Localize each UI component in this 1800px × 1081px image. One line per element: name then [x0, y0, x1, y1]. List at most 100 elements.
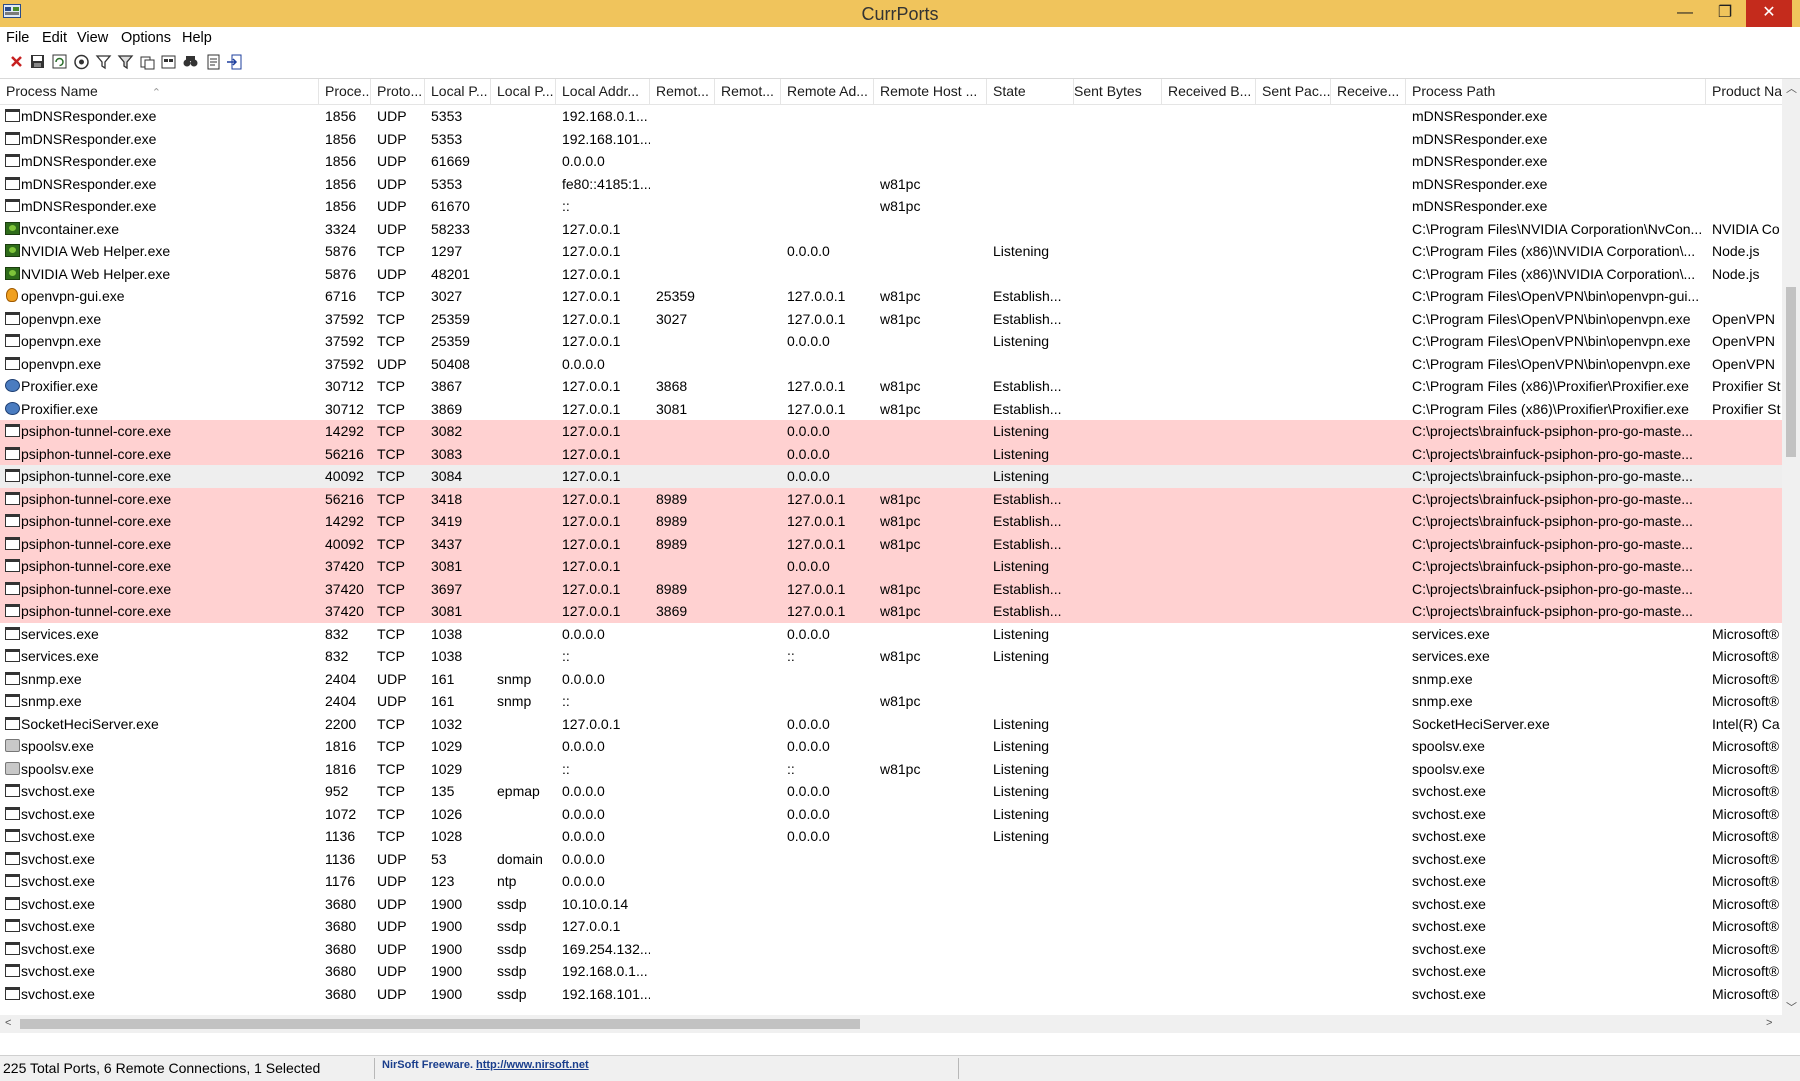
cell-state	[987, 960, 1074, 983]
cell-process-id: 1136	[325, 850, 356, 867]
scrollbar-corner	[1782, 1015, 1800, 1033]
menu-file[interactable]: File	[6, 30, 29, 46]
table-row[interactable]: psiphon-tunnel-core.exe 37420 TCP 3081 127.0…	[0, 555, 1782, 578]
table-row[interactable]: spoolsv.exe 1816 TCP 1029:::: w81pc Listening…	[0, 758, 1782, 781]
exit-icon[interactable]	[226, 53, 243, 71]
table-row[interactable]: snmp.exe 2404 UDP 161 snmp 0.0.0.0 snmp.exe Mic…	[0, 668, 1782, 691]
col-header-remote-address[interactable]: Remote Ad...	[781, 79, 874, 104]
col-header-remote-port-name[interactable]: Remot...	[715, 79, 781, 104]
html-report-icon[interactable]	[160, 53, 177, 71]
table-row[interactable]: svchost.exe 1072 TCP 1026 0.0.0.0 0.0.0.0 List…	[0, 803, 1782, 826]
col-header-sent-bytes[interactable]: Sent Bytes	[1068, 79, 1162, 104]
process-name-text: openvpn.exe	[21, 310, 102, 327]
cell-product-name	[1706, 443, 1782, 466]
table-row[interactable]: openvpn.exe 37592 TCP 25359 127.0.0.1 3027 127…	[0, 308, 1782, 331]
save-icon[interactable]	[29, 53, 46, 71]
scroll-up-icon[interactable]: ︿	[1786, 80, 1797, 96]
minimize-button[interactable]: —	[1666, 0, 1704, 27]
col-header-remote-host[interactable]: Remote Host ...	[874, 79, 987, 104]
cell-state	[987, 690, 1074, 713]
table-row[interactable]: svchost.exe 3680 UDP 1900 ssdp 169.254.132...…	[0, 938, 1782, 961]
filter-by-process-icon[interactable]	[117, 53, 134, 71]
table-row[interactable]: svchost.exe 3680 UDP 1900 ssdp 192.168.101...…	[0, 983, 1782, 1006]
col-header-received-bytes[interactable]: Received B...	[1162, 79, 1256, 104]
table-row[interactable]: svchost.exe 952 TCP 135 epmap 0.0.0.0 0.0.0.0 L…	[0, 780, 1782, 803]
maximize-button[interactable]: ❐	[1706, 0, 1744, 27]
table-row[interactable]: spoolsv.exe 1816 TCP 1029 0.0.0.0 0.0.0.0 List…	[0, 735, 1782, 758]
table-row[interactable]: psiphon-tunnel-core.exe 40092 TCP 3084 127.0…	[0, 465, 1782, 488]
table-row[interactable]: svchost.exe 3680 UDP 1900 ssdp 192.168.0.1...…	[0, 960, 1782, 983]
menu-options[interactable]: Options	[121, 30, 171, 46]
table-row[interactable]: psiphon-tunnel-core.exe 14292 TCP 3419 127.0…	[0, 510, 1782, 533]
horizontal-scrollbar[interactable]: < >	[0, 1015, 1782, 1033]
table-row[interactable]: psiphon-tunnel-core.exe 14292 TCP 3082 127.0…	[0, 420, 1782, 443]
col-header-process-name[interactable]: Process Name ⌃	[0, 79, 319, 104]
col-header-remote-port[interactable]: Remot...	[650, 79, 715, 104]
table-row[interactable]: snmp.exe 2404 UDP 161 snmp:: w81pc snmp.exe Mic…	[0, 690, 1782, 713]
cell-state: Listening	[993, 445, 1050, 462]
cell-remote-host	[874, 443, 987, 466]
col-header-local-address[interactable]: Local Addr...	[556, 79, 650, 104]
table-row[interactable]: openvpn-gui.exe 6716 TCP 3027 127.0.0.1 25359…	[0, 285, 1782, 308]
table-row[interactable]: nvcontainer.exe 3324 UDP 58233 127.0.0.1 C:\P…	[0, 218, 1782, 241]
col-header-state[interactable]: State	[987, 79, 1074, 104]
nirsoft-link[interactable]: http://www.nirsoft.net	[476, 1059, 589, 1071]
table-row[interactable]: services.exe 832 TCP 1038:::: w81pc Listening…	[0, 645, 1782, 668]
table-row[interactable]: psiphon-tunnel-core.exe 56216 TCP 3083 127.0…	[0, 442, 1782, 466]
table-row[interactable]: NVIDIA Web Helper.exe 5876 UDP 48201 127.0.0…	[0, 263, 1782, 286]
cell-process-id: 37420	[325, 580, 364, 597]
col-header-received-packets[interactable]: Receive...	[1331, 79, 1406, 104]
col-header-protocol[interactable]: Proto...	[371, 79, 425, 104]
table-row[interactable]: psiphon-tunnel-core.exe 37420 TCP 3081 127.0…	[0, 600, 1782, 623]
table-row[interactable]: svchost.exe 1136 UDP 53 domain 0.0.0.0 svchost…	[0, 848, 1782, 871]
table-row[interactable]: mDNSResponder.exe 1856 UDP 5353 192.168.0.1.…	[0, 105, 1782, 128]
table-row[interactable]: openvpn.exe 37592 UDP 50408 0.0.0.0 C:\Progra…	[0, 353, 1782, 376]
col-header-product-name[interactable]: Product Na	[1706, 79, 1782, 104]
horizontal-scroll-thumb[interactable]	[20, 1019, 860, 1029]
table-row[interactable]: NVIDIA Web Helper.exe 5876 TCP 1297 127.0.0.…	[0, 240, 1782, 263]
col-header-local-port[interactable]: Local P...	[425, 79, 491, 104]
col-header-process-id[interactable]: Proce...	[319, 79, 371, 104]
table-row[interactable]: psiphon-tunnel-core.exe 40092 TCP 3437 127.0…	[0, 532, 1782, 555]
cell-remote-address: 0.0.0.0	[787, 468, 830, 484]
filter-icon[interactable]	[95, 53, 112, 71]
scroll-left-icon[interactable]: <	[5, 1017, 11, 1029]
vertical-scroll-thumb[interactable]	[1786, 287, 1796, 457]
table-row[interactable]: svchost.exe 1176 UDP 123 ntp 0.0.0.0 svchost.e…	[0, 870, 1782, 893]
find-icon[interactable]	[182, 53, 199, 71]
table-row[interactable]: mDNSResponder.exe 1856 UDP 5353 fe80::4185:1…	[0, 173, 1782, 196]
col-header-process-path[interactable]: Process Path	[1406, 79, 1706, 104]
table-row[interactable]: svchost.exe 1136 TCP 1028 0.0.0.0 0.0.0.0 List…	[0, 825, 1782, 848]
vertical-scrollbar[interactable]: ︿ ﹀	[1782, 79, 1800, 1015]
table-row[interactable]: mDNSResponder.exe 1856 UDP 5353 192.168.101.…	[0, 128, 1782, 151]
table-row[interactable]: mDNSResponder.exe 1856 UDP 61669 0.0.0.0 mDNS…	[0, 150, 1782, 173]
status-divider	[374, 1058, 375, 1079]
table-row[interactable]: svchost.exe 3680 UDP 1900 ssdp 10.10.0.14 svch…	[0, 893, 1782, 916]
close-connection-icon[interactable]	[8, 53, 25, 71]
table-row[interactable]: svchost.exe 3680 UDP 1900 ssdp 127.0.0.1 svcho…	[0, 915, 1782, 938]
ports-list[interactable]: Process Name ⌃ Proce... Proto... Local P…	[0, 78, 1800, 1033]
refresh-icon[interactable]	[51, 53, 68, 71]
cell-protocol: TCP	[377, 378, 405, 394]
col-header-local-port-name[interactable]: Local P...	[491, 79, 556, 104]
scroll-right-icon[interactable]: >	[1766, 1017, 1772, 1029]
menu-help[interactable]: Help	[182, 30, 212, 46]
col-header-sent-packets[interactable]: Sent Pac...	[1256, 79, 1331, 104]
table-row[interactable]: SocketHeciServer.exe 2200 TCP 1032 127.0.0.1…	[0, 713, 1782, 736]
table-row[interactable]: openvpn.exe 37592 TCP 25359 127.0.0.1 0.0.0.0…	[0, 330, 1782, 353]
menu-edit[interactable]: Edit	[42, 30, 67, 46]
copy-icon[interactable]	[139, 53, 156, 71]
table-row[interactable]: Proxifier.exe 30712 TCP 3867 127.0.0.1 3868 12…	[0, 375, 1782, 398]
report-icon[interactable]	[205, 53, 222, 71]
properties-icon[interactable]	[73, 53, 90, 71]
cell-remote-address	[781, 353, 874, 376]
menu-view[interactable]: View	[77, 30, 108, 46]
table-row[interactable]: psiphon-tunnel-core.exe 56216 TCP 3418 127.0…	[0, 487, 1782, 510]
close-button[interactable]: ✕	[1746, 0, 1792, 27]
table-row[interactable]: mDNSResponder.exe 1856 UDP 61670:: w81pc mDNS…	[0, 195, 1782, 218]
scroll-down-icon[interactable]: ﹀	[1786, 999, 1797, 1015]
table-row[interactable]: psiphon-tunnel-core.exe 37420 TCP 3697 127.0…	[0, 577, 1782, 600]
table-row[interactable]: services.exe 832 TCP 1038 0.0.0.0 0.0.0.0 List…	[0, 623, 1782, 646]
cell-remote-host	[874, 330, 987, 353]
table-row[interactable]: Proxifier.exe 30712 TCP 3869 127.0.0.1 3081 12…	[0, 398, 1782, 421]
